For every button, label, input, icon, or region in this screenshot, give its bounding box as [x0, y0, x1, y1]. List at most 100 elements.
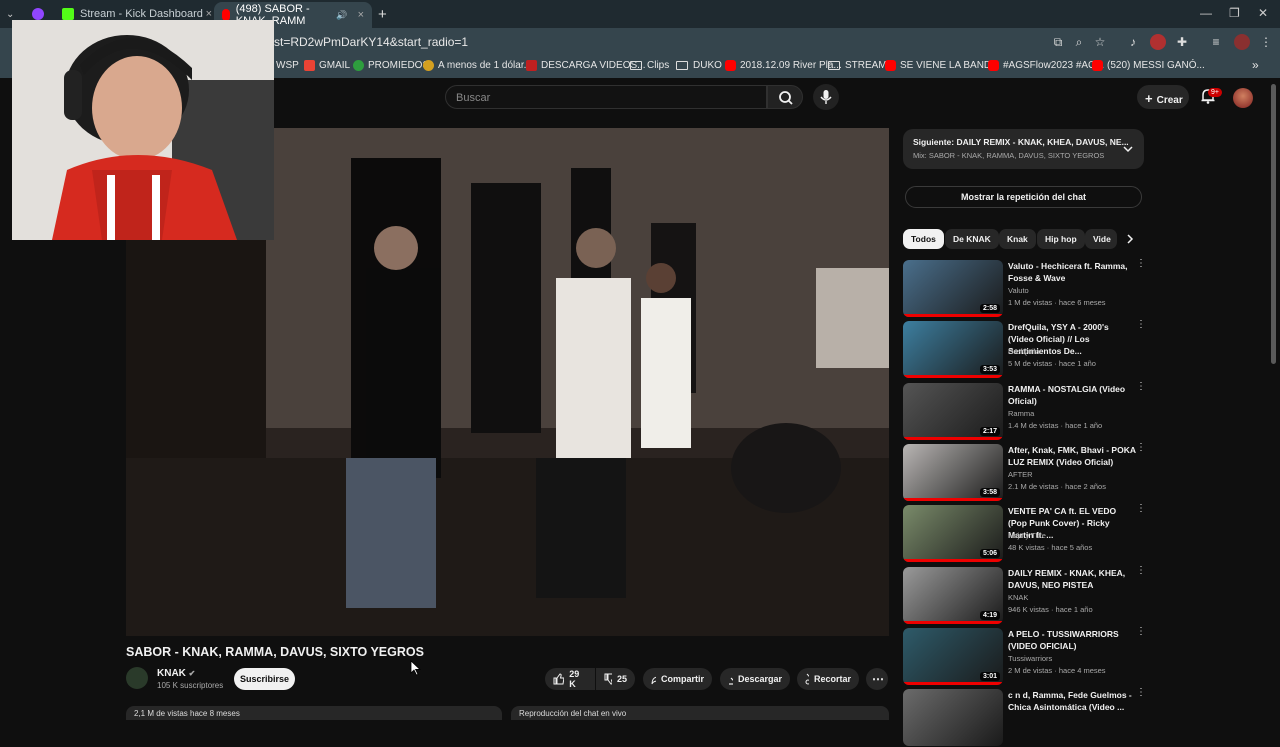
bookmark-stream[interactable]: STREAM: [828, 60, 887, 71]
more-vert-icon[interactable]: ⋮: [1136, 382, 1146, 392]
more-vert-icon[interactable]: ⋮: [1136, 627, 1146, 637]
description-box[interactable]: 2,1 M de vistas hace 8 meses: [126, 706, 502, 720]
bookmark-descarga[interactable]: DESCARGA VIDEOS...: [526, 60, 645, 71]
more-vert-icon[interactable]: ⋮: [1136, 504, 1146, 514]
recommendation-title[interactable]: DAILY REMIX - KNAK, KHEA, DAVUS, NEO PIS…: [1008, 567, 1136, 591]
bookmark-clips[interactable]: Clips: [630, 60, 669, 71]
recommendation-channel[interactable]: Valuto: [1008, 286, 1029, 295]
bookmark-duko[interactable]: DUKO: [676, 60, 722, 71]
recommendation-channel[interactable]: Naju y Tute: [1008, 531, 1046, 540]
extensions-puzzle-icon[interactable]: ✚: [1174, 34, 1190, 50]
video-thumbnail[interactable]: 2:58: [903, 260, 1003, 317]
speaker-icon[interactable]: 🔊: [336, 10, 347, 21]
more-bookmarks-button[interactable]: »: [1252, 58, 1259, 72]
profile-avatar-icon[interactable]: [1234, 34, 1250, 50]
more-vert-icon[interactable]: ⋮: [1136, 443, 1146, 453]
show-chat-replay-button[interactable]: Mostrar la repetición del chat: [905, 186, 1142, 208]
recommendation-item[interactable]: 3:58 After, Knak, FMK, Bhavi - POKA LUZ R…: [903, 443, 1148, 502]
download-button[interactable]: Descargar: [720, 668, 790, 690]
more-vert-icon[interactable]: ⋮: [1136, 259, 1146, 269]
browser-menu-icon[interactable]: ⋮: [1258, 34, 1274, 50]
more-vert-icon[interactable]: ⋮: [1136, 566, 1146, 576]
bookmark-se-viene[interactable]: SE VIENE LA BAND...: [885, 60, 999, 71]
recommendation-channel[interactable]: Tussiwarriors: [1008, 654, 1052, 663]
recommendation-item[interactable]: c n d, Ramma, Fede Guelmos - Chica Asint…: [903, 688, 1148, 747]
recommendation-item[interactable]: 4:19 DAILY REMIX - KNAK, KHEA, DAVUS, NEO…: [903, 566, 1148, 625]
bookmark-messi[interactable]: (520) MESSI GANÓ...: [1092, 60, 1205, 71]
chip-hip-hop[interactable]: Hip hop: [1037, 229, 1085, 249]
bookmark-wsp[interactable]: WSP: [276, 60, 299, 71]
video-thumbnail[interactable]: 3:01: [903, 628, 1003, 685]
more-horizontal-icon: ⋯: [872, 672, 884, 686]
watch-progress-bar: [903, 498, 1003, 501]
chip-from-knak[interactable]: De KNAK: [945, 229, 999, 249]
minimize-button[interactable]: —: [1200, 6, 1212, 20]
recommendation-channel[interactable]: AFTER: [1008, 470, 1033, 479]
recommendation-title[interactable]: A PELO - TUSSIWARRIORS (VIDEO OFICIAL): [1008, 628, 1136, 652]
extension-icon[interactable]: [1150, 34, 1166, 50]
search-button[interactable]: [767, 85, 803, 109]
more-vert-icon[interactable]: ⋮: [1136, 688, 1146, 698]
chip-knak[interactable]: Knak: [999, 229, 1036, 249]
more-vert-icon[interactable]: ⋮: [1136, 320, 1146, 330]
close-tab-icon[interactable]: ×: [358, 9, 364, 21]
recommendation-channel[interactable]: DrefQuila: [1008, 347, 1040, 356]
recommendation-channel[interactable]: KNAK: [1008, 593, 1028, 602]
video-thumbnail[interactable]: 3:53: [903, 321, 1003, 378]
clip-button[interactable]: Recortar: [797, 668, 859, 690]
recommendation-title[interactable]: Valuto - Hechicera ft. Ramma, Fosse & Wa…: [1008, 260, 1136, 284]
zoom-icon[interactable]: ⌕: [1071, 34, 1087, 50]
live-chat-replay-box[interactable]: Reproducción del chat en vivo: [511, 706, 889, 720]
like-button[interactable]: 29 K: [545, 668, 595, 690]
recommendation-title[interactable]: After, Knak, FMK, Bhavi - POKA LUZ REMIX…: [1008, 444, 1136, 468]
up-next-panel[interactable]: Siguiente: DAILY REMIX - KNAK, KHEA, DAV…: [903, 129, 1144, 169]
recommendation-item[interactable]: 3:53 DrefQuila, YSY A - 2000's (Video Ofi…: [903, 320, 1148, 379]
close-window-button[interactable]: ✕: [1258, 6, 1268, 20]
video-thumbnail[interactable]: [903, 689, 1003, 746]
bookmark-promiedos[interactable]: PROMIEDOS: [353, 60, 429, 71]
media-control-icon[interactable]: ♪: [1125, 34, 1141, 50]
share-button[interactable]: Compartir: [643, 668, 712, 690]
subscriber-count: 105 K suscriptores: [157, 681, 224, 690]
close-tab-icon[interactable]: ×: [206, 8, 212, 20]
channel-name[interactable]: KNAK ✔: [157, 668, 195, 679]
bookmark-label: DUKO: [693, 60, 722, 71]
recommendation-channel[interactable]: Ramma: [1008, 409, 1034, 418]
url-field[interactable]: st=RD2wPmDarKY14&start_radio=1: [274, 35, 468, 49]
create-button[interactable]: + Crear: [1137, 85, 1189, 109]
bookmark-star-icon[interactable]: ☆: [1092, 34, 1108, 50]
recommendation-item[interactable]: 5:06 VENTE PA' CA ft. EL VEDO (Pop Punk C…: [903, 504, 1148, 563]
video-thumbnail[interactable]: 2:17: [903, 383, 1003, 440]
search-input[interactable]: Buscar: [445, 85, 767, 109]
video-thumbnail[interactable]: 3:58: [903, 444, 1003, 501]
recommendation-item[interactable]: 3:01 A PELO - TUSSIWARRIORS (VIDEO OFICIA…: [903, 627, 1148, 686]
voice-search-button[interactable]: [813, 84, 839, 110]
chip-videos[interactable]: Vide: [1085, 229, 1117, 249]
channel-avatar[interactable]: [126, 667, 148, 689]
recommendation-item[interactable]: 2:58 Valuto - Hechicera ft. Ramma, Fosse …: [903, 259, 1148, 318]
chip-all[interactable]: Todos: [903, 229, 944, 249]
recommendation-item[interactable]: 2:17 RAMMA - NOSTALGIA (Video Oficial) Ram…: [903, 382, 1148, 441]
bookmark-label: A menos de 1 dólar...: [438, 60, 532, 71]
recommendation-title[interactable]: c n d, Ramma, Fede Guelmos - Chica Asint…: [1008, 689, 1136, 713]
restore-button[interactable]: ❐: [1229, 6, 1240, 20]
bookmark-agsflow[interactable]: #AGSFlow2023 #AG...: [988, 60, 1104, 71]
chevron-right-icon[interactable]: [1124, 233, 1136, 245]
subscribe-button[interactable]: Suscribirse: [234, 668, 295, 690]
bookmark-dolar[interactable]: A menos de 1 dólar...: [423, 60, 532, 71]
new-tab-button[interactable]: +: [378, 4, 387, 24]
more-actions-button[interactable]: ⋯: [866, 668, 888, 690]
bookmark-river[interactable]: 2018.12.09 River Pla...: [725, 60, 842, 71]
user-avatar[interactable]: [1233, 88, 1253, 108]
recommendation-title[interactable]: RAMMA - NOSTALGIA (Video Oficial): [1008, 383, 1136, 407]
dislike-count: 25: [616, 674, 627, 684]
video-thumbnail[interactable]: 5:06: [903, 505, 1003, 562]
bookmark-gmail[interactable]: GMAIL: [304, 60, 350, 71]
watch-progress-bar: [903, 682, 1003, 685]
page-scrollbar[interactable]: [1271, 84, 1276, 364]
dislike-button[interactable]: 25: [596, 668, 635, 690]
install-app-icon[interactable]: ⧉: [1050, 34, 1066, 50]
reading-list-icon[interactable]: ≡: [1208, 34, 1224, 50]
chevron-down-icon[interactable]: [1122, 143, 1134, 155]
video-thumbnail[interactable]: 4:19: [903, 567, 1003, 624]
